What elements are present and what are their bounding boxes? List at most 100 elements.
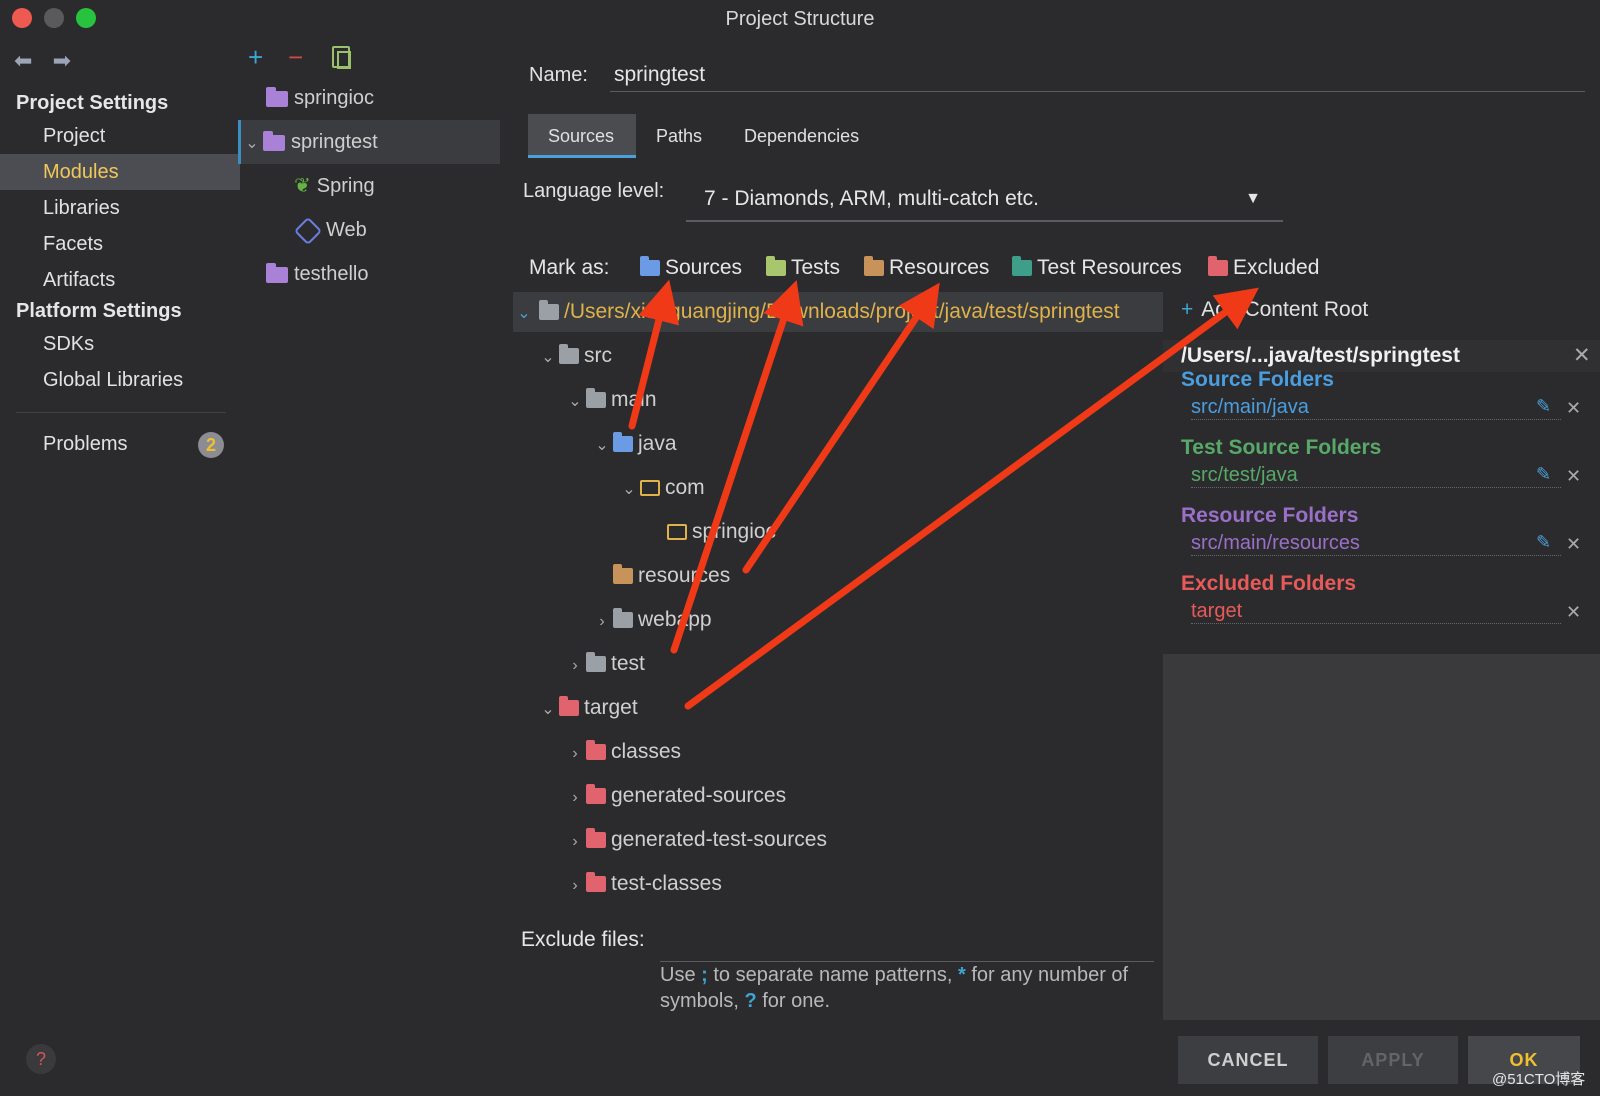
chevron-down-icon[interactable]: ⌄ xyxy=(241,122,263,166)
cancel-button[interactable]: CANCEL xyxy=(1178,1036,1318,1084)
module-folder-icon xyxy=(263,130,285,151)
folder-icon xyxy=(559,344,579,365)
tab-dependencies[interactable]: Dependencies xyxy=(724,114,879,158)
edit-pencil-icon[interactable]: ✎ xyxy=(1536,532,1551,553)
problems-label: Problems xyxy=(43,433,128,455)
edit-pencil-icon[interactable]: ✎ xyxy=(1536,396,1551,417)
help-symbol: ? xyxy=(744,990,757,1012)
watermark: @51CTO博客 xyxy=(1492,1071,1586,1088)
nav-item-project[interactable]: Project xyxy=(0,118,240,154)
source-folder-path: src/main/java xyxy=(1191,396,1561,420)
chevron-down-icon[interactable]: ⌄ xyxy=(564,382,586,422)
chevron-right-icon[interactable]: › xyxy=(564,866,586,906)
nav-item-sdks[interactable]: SDKs xyxy=(0,326,240,362)
tree-row-src[interactable]: ⌄ src xyxy=(537,336,612,376)
mark-tests-button[interactable]: Tests xyxy=(766,256,840,280)
tree-row-test-classes[interactable]: › test-classes xyxy=(564,864,722,904)
tree-row-classes[interactable]: › classes xyxy=(564,732,681,772)
nav-item-libraries[interactable]: Libraries xyxy=(0,190,240,226)
tree-row-com[interactable]: ⌄ com xyxy=(618,468,705,510)
chevron-down-icon[interactable]: ⌄ xyxy=(513,294,535,334)
project-settings-heading: Project Settings xyxy=(16,92,169,114)
language-level-label: Language level: xyxy=(523,180,665,202)
plus-icon: + xyxy=(1181,298,1194,321)
chevron-right-icon[interactable]: › xyxy=(564,734,586,774)
language-level-select[interactable]: 7 - Diamonds, ARM, multi-catch etc. ▼ xyxy=(686,178,1283,222)
folder-icon xyxy=(539,300,559,321)
nav-item-facets[interactable]: Facets xyxy=(0,226,240,262)
remove-x-icon[interactable]: ✕ xyxy=(1566,602,1581,623)
source-folders-title: Source Folders xyxy=(1181,368,1334,391)
module-item-testhello[interactable]: testhello xyxy=(266,252,369,296)
module-name-field[interactable]: springtest xyxy=(610,60,1585,92)
copy-icon[interactable] xyxy=(332,46,351,69)
edit-pencil-icon[interactable]: ✎ xyxy=(1536,464,1551,485)
nav-item-modules[interactable]: Modules xyxy=(0,154,240,190)
folder-icon xyxy=(613,608,633,629)
mark-excluded-button[interactable]: Excluded xyxy=(1208,256,1319,280)
exclude-files-field[interactable] xyxy=(660,928,1154,962)
tree-row-java[interactable]: ⌄ java xyxy=(591,424,676,466)
close-window-button[interactable] xyxy=(12,8,32,28)
chevron-down-icon[interactable]: ⌄ xyxy=(537,338,559,378)
chevron-right-icon[interactable]: › xyxy=(564,646,586,686)
remove-icon[interactable]: − xyxy=(288,42,303,73)
forward-arrow-icon[interactable]: ➡ xyxy=(53,48,71,73)
mark-test-resources-button[interactable]: Test Resources xyxy=(1012,256,1182,280)
remove-x-icon[interactable]: ✕ xyxy=(1566,466,1581,487)
facet-item-web[interactable]: Web xyxy=(293,208,367,252)
mark-test-resources-label: Test Resources xyxy=(1037,256,1182,279)
tab-sources[interactable]: Sources xyxy=(528,114,636,158)
remove-x-icon[interactable]: ✕ xyxy=(1566,534,1581,555)
resources-folder-icon xyxy=(864,256,884,277)
tree-row-generated-test-sources[interactable]: › generated-test-sources xyxy=(564,820,827,860)
window-title: Project Structure xyxy=(725,8,875,30)
module-folder-icon xyxy=(266,86,288,107)
chevron-down-icon[interactable]: ⌄ xyxy=(591,426,613,466)
help-icon[interactable]: ? xyxy=(26,1044,56,1074)
close-icon[interactable]: ✕ xyxy=(1573,340,1591,372)
chevron-down-icon[interactable]: ⌄ xyxy=(537,690,559,730)
content-root-panel: + Add Content Root /Users/...java/test/sp… xyxy=(1163,292,1600,1020)
tree-row-springioc[interactable]: springioc xyxy=(667,512,776,552)
tree-row-label: generated-test-sources xyxy=(611,828,827,851)
excluded-folder-icon xyxy=(586,828,606,849)
tree-row-label: test xyxy=(611,652,645,675)
mark-resources-button[interactable]: Resources xyxy=(864,256,989,280)
spring-leaf-icon: ❦ xyxy=(294,175,311,197)
module-item-springioc[interactable]: springioc xyxy=(266,76,374,120)
chevron-right-icon[interactable]: › xyxy=(564,778,586,818)
nav-item-problems[interactable]: Problems 2 xyxy=(0,426,240,462)
tree-row-webapp[interactable]: › webapp xyxy=(591,600,711,642)
facet-label: Spring xyxy=(316,175,375,197)
test-resources-folder-icon xyxy=(1012,256,1032,277)
nav-item-global-libraries[interactable]: Global Libraries xyxy=(0,362,240,398)
back-arrow-icon[interactable]: ⬅ xyxy=(14,48,32,73)
tree-row-main[interactable]: ⌄ main xyxy=(564,380,656,422)
zoom-window-button[interactable] xyxy=(76,8,96,28)
content-root-empty-area xyxy=(1163,654,1600,1020)
tests-folder-icon xyxy=(766,256,786,277)
minimize-window-button[interactable] xyxy=(44,8,64,28)
tree-row-resources[interactable]: resources xyxy=(613,556,730,596)
chevron-right-icon[interactable]: › xyxy=(564,822,586,862)
excluded-folder-icon xyxy=(586,872,606,893)
remove-x-icon[interactable]: ✕ xyxy=(1566,398,1581,419)
nav-item-artifacts[interactable]: Artifacts xyxy=(0,262,240,298)
tree-row-generated-sources[interactable]: › generated-sources xyxy=(564,776,786,816)
tree-row-target[interactable]: ⌄ target xyxy=(537,688,637,730)
add-content-root-button[interactable]: + Add Content Root xyxy=(1181,298,1368,322)
tree-row-label: com xyxy=(665,476,705,499)
module-item-springtest[interactable]: ⌄ springtest xyxy=(238,120,500,164)
add-icon[interactable]: + xyxy=(248,42,263,73)
mark-sources-button[interactable]: Sources xyxy=(640,256,742,280)
apply-button[interactable]: APPLY xyxy=(1328,1036,1458,1084)
facet-item-spring[interactable]: ❦ Spring xyxy=(294,164,375,208)
test-source-folders-title: Test Source Folders xyxy=(1181,436,1382,459)
tree-row-root[interactable]: ⌄ /Users/xiaoguangjing/Downloads/project/… xyxy=(513,292,1163,332)
chevron-right-icon[interactable]: › xyxy=(591,602,613,642)
tree-row-test[interactable]: › test xyxy=(564,644,645,684)
chevron-down-icon[interactable]: ⌄ xyxy=(618,470,640,510)
name-label: Name: xyxy=(529,64,588,86)
tab-paths[interactable]: Paths xyxy=(636,114,722,158)
